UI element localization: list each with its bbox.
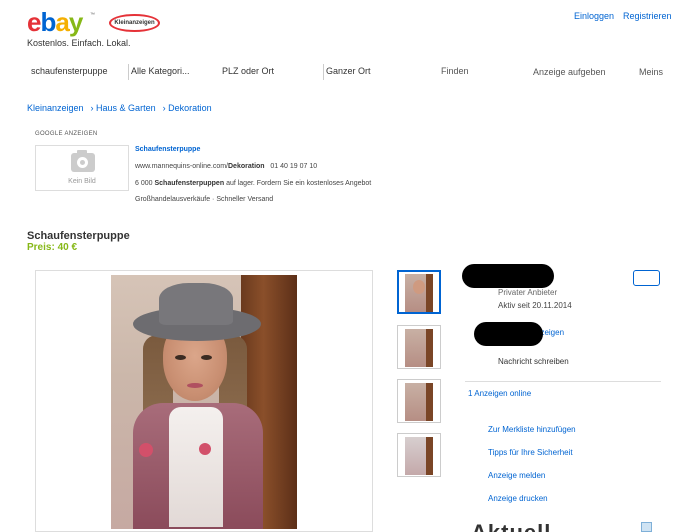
register-link[interactable]: Registrieren [623,11,672,21]
ad-title-link[interactable]: Schaufensterpuppe [135,146,200,153]
photo-blouse [169,407,223,527]
search-separator [128,64,129,80]
thumbnail-image [405,437,433,475]
logo-letter-b: b [40,7,56,37]
radius-select[interactable]: Ganzer Ort [326,66,371,76]
print-ad-link[interactable]: Anzeige drucken [488,494,548,503]
breadcrumb-kleinanzeigen[interactable]: Kleinanzeigen [27,103,84,113]
report-ad-link[interactable]: Anzeige melden [488,471,545,480]
seller-divider [465,381,661,382]
thumbnail[interactable] [397,270,441,314]
mine-menu[interactable]: Meins [639,67,663,77]
safety-tips-link[interactable]: Tipps für Ihre Sicherheit [488,448,573,457]
thumbnail-image [405,383,433,421]
ad-sublinks[interactable]: Großhandelausverkäufe · Schneller Versan… [135,196,273,203]
ebay-logo[interactable]: ebay [27,7,84,37]
logo-letter-y: y [68,7,84,37]
tagline: Kostenlos. Einfach. Lokal. [27,38,131,48]
category-select[interactable]: Alle Kategori... [131,66,190,76]
photo-flower-right [199,443,211,455]
mannequin-photo[interactable] [111,275,297,529]
breadcrumb: Kleinanzeigen › Haus & Garten › Dekoration [27,103,212,113]
partial-heading: Aktuell [471,520,551,532]
google-ads-label: GOOGLE ANZEIGEN [35,131,98,137]
account-links: Einloggen Registrieren [574,11,681,21]
logo-letter-e: e [27,7,42,37]
find-button[interactable]: Finden [441,66,469,76]
post-ad-button[interactable]: Anzeige aufgeben [533,67,606,77]
listing-title: Schaufensterpuppe [27,230,130,242]
seller-active-since: Aktiv seit 20.11.2014 [498,301,572,310]
camera-icon [71,153,95,172]
ad-image-placeholder[interactable]: Kein Bild [35,145,129,191]
adchoices-icon[interactable] [641,522,652,532]
search-separator [323,64,324,80]
location-input[interactable]: PLZ oder Ort [222,66,274,76]
redacted-seller-name [462,264,554,288]
main-image-frame[interactable] [35,270,373,532]
listing-price: Preis: 40 € [27,242,78,253]
ad-description: 6 000 Schaufensterpuppen auf lager. Ford… [135,180,371,187]
thumbnail[interactable] [397,325,441,369]
search-bar: schaufensterpuppe Alle Kategori... PLZ o… [27,60,667,84]
photo-hat-crown-front [159,285,233,325]
ads-online-link[interactable]: 1 Anzeigen online [468,389,531,398]
thumbnail-image [405,329,433,367]
write-message-button[interactable]: Nachricht schreiben [498,357,569,366]
photo-flower-left [139,443,153,457]
photo-eye-left [175,355,186,360]
ad-url-bold: Dekoration [228,163,265,170]
thumbnail[interactable] [397,379,441,423]
thumbnail[interactable] [397,433,441,477]
no-image-label: Kein Bild [68,178,96,185]
add-to-watchlist-link[interactable]: Zur Merkliste hinzufügen [488,425,576,434]
seller-type: Privater Anbieter [498,288,558,297]
ad-phone: 01 40 19 07 10 [270,163,318,170]
ad-desc-bold: Schaufensterpuppen [154,180,225,187]
thumbnail-head [413,280,425,294]
search-input[interactable]: schaufensterpuppe [31,66,108,76]
kleinanzeigen-badge: Kleinanzeigen [109,14,160,32]
logo-letter-a: a [55,7,70,37]
login-link[interactable]: Einloggen [574,11,614,21]
ad-url-prefix: www.mannequins-online.com/ [135,163,228,170]
ad-desc-prefix: 6 000 [135,180,153,187]
photo-eye-right [201,355,212,360]
photo-mouth [187,383,203,388]
trademark-mark: ™ [90,12,95,18]
breadcrumb-dekoration[interactable]: Dekoration [168,103,212,113]
ad-url[interactable]: www.mannequins-online.com/Dekoration 01 … [135,163,317,170]
ad-desc-rest: auf lager. Fordern Sie ein kostenloses A… [226,180,372,187]
follow-button[interactable] [633,270,660,286]
breadcrumb-haus-garten[interactable]: Haus & Garten [96,103,156,113]
redacted-seller-link [474,322,543,346]
